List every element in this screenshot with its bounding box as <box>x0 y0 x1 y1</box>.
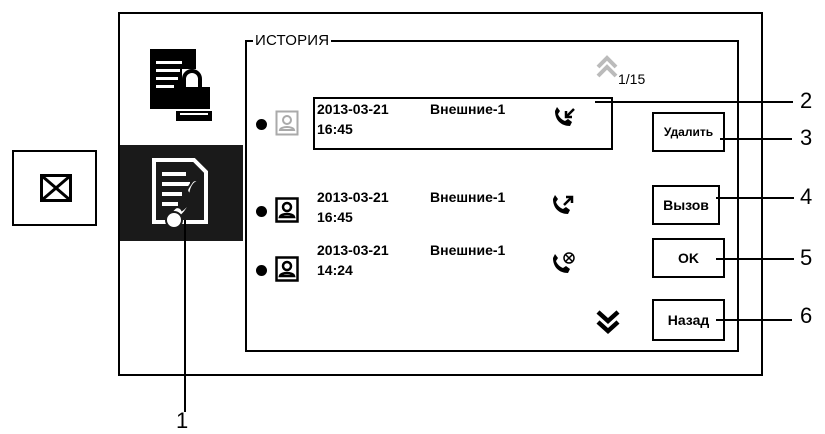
callout-number-6: 6 <box>800 303 813 328</box>
ok-button[interactable]: OK <box>652 238 725 278</box>
callout-number-3: 3 <box>800 125 813 150</box>
mail-icon-box <box>12 150 97 226</box>
row-date: 2013-03-21 <box>317 242 389 258</box>
row-bullet <box>256 265 267 276</box>
missed-call-icon <box>553 252 575 273</box>
callout-number-5: 5 <box>800 245 813 270</box>
page-down-icon[interactable] <box>596 308 620 336</box>
delete-button[interactable]: Удалить <box>652 112 725 152</box>
contact-photo-icon <box>275 256 299 282</box>
monitor-lock-icon[interactable] <box>148 47 214 125</box>
panel-title: ИСТОРИЯ <box>253 32 332 49</box>
row-time: 14:24 <box>317 262 353 278</box>
callout-number-1: 1 <box>176 408 189 433</box>
callout-line-5 <box>716 258 794 260</box>
row-source: Внешние-1 <box>430 189 506 205</box>
call-button[interactable]: Вызов <box>652 185 720 225</box>
callout-number-2: 2 <box>800 88 813 113</box>
envelope-icon <box>40 174 72 202</box>
row-bullet <box>256 119 267 130</box>
row-date: 2013-03-21 <box>317 101 389 117</box>
row-source: Внешние-1 <box>430 242 506 258</box>
row-time: 16:45 <box>317 209 353 225</box>
callout-line-2 <box>595 101 793 103</box>
contact-photo-icon <box>275 110 299 136</box>
callout-line-6 <box>716 319 792 321</box>
back-button[interactable]: Назад <box>652 299 725 341</box>
callout-number-4: 4 <box>800 184 813 209</box>
page-indicator: 1/15 <box>618 71 646 87</box>
contact-photo-icon <box>275 197 299 223</box>
page-up-icon[interactable] <box>596 55 618 79</box>
callout-line-3 <box>720 138 792 140</box>
row-date: 2013-03-21 <box>317 189 389 205</box>
callout-line-4 <box>716 197 794 199</box>
outgoing-call-icon <box>553 195 574 214</box>
incoming-call-icon <box>555 107 575 126</box>
row-source: Внешние-1 <box>430 101 506 117</box>
callout-line-1 <box>184 220 186 412</box>
row-bullet <box>256 206 267 217</box>
row-time: 16:45 <box>317 121 353 137</box>
